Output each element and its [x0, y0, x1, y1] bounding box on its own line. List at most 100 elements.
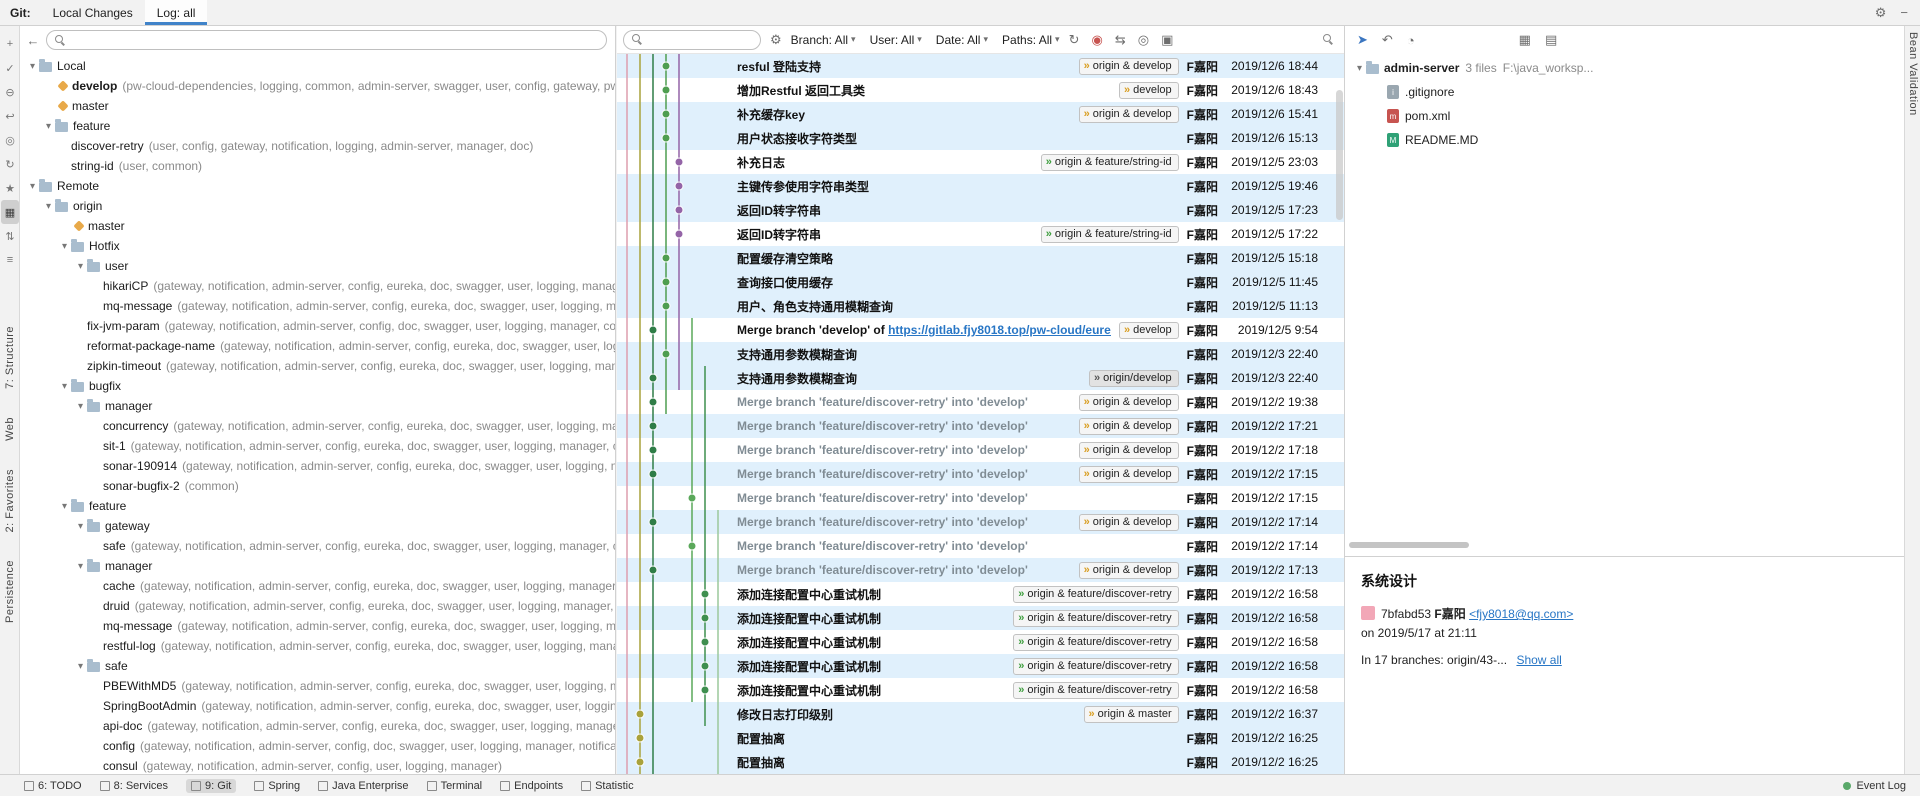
commit-row[interactable]: 补充缓存key»origin & developF嘉阳2019/12/6 15:… [617, 102, 1344, 126]
filter-icon[interactable]: ≡ [1, 248, 19, 272]
refresh-icon[interactable]: ↻ [1069, 32, 1080, 48]
delete-icon[interactable]: ⊖ [1, 80, 19, 104]
branch-tree-row[interactable]: ▾Remote [20, 176, 615, 196]
file-row[interactable]: mpom.xml [1345, 104, 1904, 128]
compare-icon[interactable]: ⇆ [1115, 32, 1126, 48]
ref-chip[interactable]: »origin/develop [1089, 370, 1179, 387]
commit-row[interactable]: 补充日志»origin & feature/string-idF嘉阳2019/1… [617, 150, 1344, 174]
branch-tree-row[interactable]: safe(gateway, notification, admin-server… [20, 536, 615, 556]
user-filter[interactable]: User: All▾ [870, 33, 922, 47]
tab-local-changes[interactable]: Local Changes [41, 0, 145, 25]
branch-tree-row[interactable]: ▾feature [20, 496, 615, 516]
ref-chip[interactable]: »origin & feature/discover-retry [1013, 610, 1178, 627]
statusbar-terminal[interactable]: Terminal [427, 779, 483, 793]
back-icon[interactable]: ← [26, 33, 40, 48]
branch-tree-row[interactable]: api-doc(gateway, notification, admin-ser… [20, 716, 615, 736]
commit-row[interactable]: Merge branch 'develop' of https://gitlab… [617, 318, 1344, 342]
branch-tree-row[interactable]: ▾manager [20, 396, 615, 416]
persistence-toolwindow[interactable]: Persistence [4, 560, 16, 623]
date-filter[interactable]: Date: All▾ [936, 33, 988, 47]
commit-check-icon[interactable]: ✓ [1, 56, 19, 80]
branch-tree-row[interactable]: concurrency(gateway, notification, admin… [20, 416, 615, 436]
ref-chip[interactable]: »develop [1119, 322, 1179, 339]
commit-row[interactable]: 用户状态接收字符类型F嘉阳2019/12/6 15:13 [617, 126, 1344, 150]
ref-chip[interactable]: »origin & develop [1079, 106, 1179, 123]
favorites-toolwindow[interactable]: 2: Favorites [4, 469, 16, 532]
hide-icon[interactable]: − [1900, 5, 1908, 20]
commit-row[interactable]: 用户、角色支持通用模糊查询F嘉阳2019/12/5 11:13 [617, 294, 1344, 318]
branch-tree-row[interactable]: restful-log(gateway, notification, admin… [20, 636, 615, 656]
branch-tree-row[interactable]: mq-message(gateway, notification, admin-… [20, 296, 615, 316]
find-icon[interactable] [1323, 34, 1334, 45]
branch-tree-row[interactable]: ▾manager [20, 556, 615, 576]
commit-row[interactable]: resful 登陆支持»origin & developF嘉阳2019/12/6… [617, 54, 1344, 78]
commit-row[interactable]: 添加连接配置中心重试机制»origin & feature/discover-r… [617, 606, 1344, 630]
branch-tree-row[interactable]: PBEWithMD5(gateway, notification, admin-… [20, 676, 615, 696]
commit-row[interactable]: 添加连接配置中心重试机制»origin & feature/discover-r… [617, 678, 1344, 702]
branch-tree-row[interactable]: ▾safe [20, 656, 615, 676]
commit-row[interactable]: 返回ID转字符串F嘉阳2019/12/5 17:23 [617, 198, 1344, 222]
commit-row[interactable]: 配置抽离F嘉阳2019/12/2 16:25 [617, 726, 1344, 750]
ref-chip[interactable]: »origin & feature/discover-retry [1013, 634, 1178, 651]
ref-chip[interactable]: »origin & feature/discover-retry [1013, 682, 1178, 699]
branch-tree-row[interactable]: sonar-bugfix-2(common) [20, 476, 615, 496]
commit-row[interactable]: 配置缓存清空策略F嘉阳2019/12/5 15:18 [617, 246, 1344, 270]
vertical-scrollbar[interactable] [1336, 90, 1343, 220]
commit-row[interactable]: 增加Restful 返回工具类»developF嘉阳2019/12/6 18:4… [617, 78, 1344, 102]
rollback-icon[interactable]: ↩ [1, 104, 19, 128]
changed-files-root[interactable]: ▾ admin-server 3 files F:\java_worksp... [1345, 56, 1904, 80]
log-settings-icon[interactable]: ⚙ [770, 32, 782, 48]
ref-chip[interactable]: »origin & feature/discover-retry [1013, 586, 1178, 603]
commit-row[interactable]: Merge branch 'feature/discover-retry' in… [617, 438, 1344, 462]
event-log-button[interactable]: Event Log [1843, 780, 1906, 792]
show-all-link[interactable]: Show all [1516, 653, 1561, 667]
branch-tree-row[interactable]: master [20, 216, 615, 236]
branch-tree-row[interactable]: druid(gateway, notification, admin-serve… [20, 596, 615, 616]
branch-tree-row[interactable]: SpringBootAdmin(gateway, notification, a… [20, 696, 615, 716]
ref-chip[interactable]: »origin & develop [1079, 418, 1179, 435]
branch-tree-row[interactable]: ▾origin [20, 196, 615, 216]
flatten-view-icon[interactable]: ▤ [1545, 32, 1557, 48]
paths-filter[interactable]: Paths: All▾ [1002, 33, 1060, 47]
branch-tree-row[interactable]: ▾user [20, 256, 615, 276]
open-in-new-tab-icon[interactable]: ▣ [1161, 32, 1173, 48]
commit-row[interactable]: Merge branch 'feature/discover-retry' in… [617, 486, 1344, 510]
statusbar-8-services[interactable]: 8: Services [100, 779, 168, 793]
branch-tree-row[interactable]: ▾Hotfix [20, 236, 615, 256]
commit-row[interactable]: 主键传参使用字符串类型F嘉阳2019/12/5 19:46 [617, 174, 1344, 198]
branch-tree-row[interactable]: ▾feature [20, 116, 615, 136]
commit-row[interactable]: 支持通用参数模糊查询F嘉阳2019/12/3 22:40 [617, 342, 1344, 366]
branch-tree-row[interactable]: consul(gateway, notification, admin-serv… [20, 756, 615, 774]
branch-tree-row[interactable]: config(gateway, notification, admin-serv… [20, 736, 615, 756]
navigate-to-source-icon[interactable]: ➤ [1357, 32, 1368, 48]
ref-chip[interactable]: »develop [1119, 82, 1179, 99]
statusbar-spring[interactable]: Spring [254, 779, 300, 793]
branch-tree-row[interactable]: discover-retry(user, config, gateway, no… [20, 136, 615, 156]
ref-chip[interactable]: »origin & develop [1079, 394, 1179, 411]
ref-chip[interactable]: »origin & master [1084, 706, 1179, 723]
commit-row[interactable]: 返回ID转字符串»origin & feature/string-idF嘉阳20… [617, 222, 1344, 246]
branch-search-input[interactable] [72, 33, 598, 47]
branch-tree-row[interactable]: reformat-package-name(gateway, notificat… [20, 336, 615, 356]
log-search-box[interactable] [623, 30, 761, 50]
cherry-pick-icon[interactable]: ◉ [1091, 32, 1102, 48]
branch-tree-row[interactable]: master [20, 96, 615, 116]
commit-row[interactable]: Merge branch 'feature/discover-retry' in… [617, 462, 1344, 486]
branch-tree-row[interactable]: sit-1(gateway, notification, admin-serve… [20, 436, 615, 456]
author-email-link[interactable]: <fjy8018@qq.com> [1469, 607, 1573, 621]
branch-tree-row[interactable]: cache(gateway, notification, admin-serve… [20, 576, 615, 596]
commit-link[interactable]: https://gitlab.fjy8018.top/pw-cloud/eure… [888, 323, 1111, 337]
history-icon[interactable]: ◔ [1407, 33, 1415, 48]
ref-chip[interactable]: »origin & develop [1079, 58, 1179, 75]
commit-row[interactable]: Merge branch 'feature/discover-retry' in… [617, 414, 1344, 438]
branch-tree-row[interactable]: hikariCP(gateway, notification, admin-se… [20, 276, 615, 296]
commit-row[interactable]: Merge branch 'feature/discover-retry' in… [617, 534, 1344, 558]
commit-row[interactable]: 配置抽离F嘉阳2019/12/2 16:25 [617, 750, 1344, 774]
ref-chip[interactable]: »origin & feature/string-id [1041, 226, 1179, 243]
commit-row[interactable]: 添加连接配置中心重试机制»origin & feature/discover-r… [617, 582, 1344, 606]
bean-validation-toolwindow[interactable]: Bean Validation [1907, 32, 1919, 116]
commit-row[interactable]: 修改日志打印级别»origin & masterF嘉阳2019/12/2 16:… [617, 702, 1344, 726]
statusbar-statistic[interactable]: Statistic [581, 779, 634, 793]
branch-tree-row[interactable]: sonar-190914(gateway, notification, admi… [20, 456, 615, 476]
statusbar-9-git[interactable]: 9: Git [186, 779, 236, 793]
